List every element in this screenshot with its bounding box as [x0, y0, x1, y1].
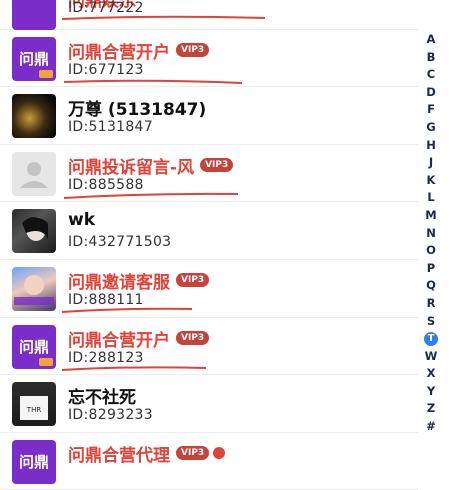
contact-id: ID:432771503	[68, 234, 172, 251]
contact-row[interactable]: THR 忘不社死 ID:8293233	[0, 375, 418, 433]
index-letter-hash[interactable]: #	[424, 418, 438, 436]
hot-badge-icon	[213, 447, 226, 460]
contact-row[interactable]: 万尊 (5131847) ID:5131847	[0, 87, 418, 145]
index-letter-b[interactable]: B	[424, 49, 438, 67]
index-letter-w[interactable]: W	[424, 348, 438, 366]
contact-row[interactable]: 问鼎投诉留言-风 VIP3 ID:885588	[0, 145, 418, 203]
contact-row[interactable]: 问鼎 问鼎合营代理 VIP3	[0, 433, 418, 490]
photo-avatar	[12, 209, 56, 254]
contact-name: wk	[68, 210, 96, 231]
index-letter-s[interactable]: S	[424, 313, 438, 331]
index-letter-a[interactable]: A	[424, 31, 438, 49]
vip-badge: VIP3	[176, 331, 210, 346]
index-letter-j[interactable]: J	[424, 154, 438, 172]
contact-name: 问鼎投诉留言-风 VIP3	[68, 153, 234, 178]
contact-name: 问鼎合营开户 VIP3	[68, 326, 210, 351]
girl-photo-avatar	[12, 266, 56, 311]
index-letter-x[interactable]: X	[424, 365, 438, 383]
contact-name: 万尊 (5131847)	[68, 100, 207, 121]
vip-badge: VIP3	[176, 446, 210, 461]
contact-id: ID:5131847	[68, 119, 153, 136]
index-letter-d[interactable]: D	[424, 84, 438, 102]
index-letter-g[interactable]: G	[424, 119, 438, 137]
alphabet-index[interactable]: A B C D F G H J K L M N O P Q R S T W X Y Z #	[424, 31, 438, 436]
contact-row[interactable]: 问鼎 问鼎合营开户 VIP3 ID:677123	[0, 30, 418, 88]
index-letter-h[interactable]: H	[424, 137, 438, 155]
index-letter-y[interactable]: Y	[424, 383, 438, 401]
contact-id: ID:677123	[68, 61, 144, 78]
vip-badge: VIP3	[176, 273, 210, 288]
wending-brand-icon: 问鼎	[12, 324, 56, 369]
contact-row[interactable]: 问鼎 问鼎合营开户 VIP3 ID:288123	[0, 318, 418, 376]
index-letter-c[interactable]: C	[424, 66, 438, 84]
wending-brand-icon: 问鼎	[12, 439, 56, 484]
index-letter-r[interactable]: R	[424, 295, 438, 313]
index-letter-z[interactable]: Z	[424, 400, 438, 418]
contact-row[interactable]: 问鼎邀请客服 VIP3 ID:888111	[0, 260, 418, 318]
contact-name: 问鼎合营开户 VIP3	[68, 38, 210, 63]
contact-id: ID:8293233	[68, 407, 153, 424]
index-letter-p[interactable]: P	[424, 260, 438, 278]
vip-badge: VIP3	[200, 158, 234, 173]
contact-row[interactable]: wk ID:432771503	[0, 202, 418, 260]
shirt-photo-avatar: THR	[12, 382, 56, 427]
wending-brand-icon	[12, 0, 56, 30]
contact-list: 问鼎娱乐 ID:777222 问鼎 问鼎合营开户 VIP3 ID:677123 万…	[0, 0, 418, 490]
index-letter-k[interactable]: K	[424, 172, 438, 190]
index-letter-o[interactable]: O	[424, 242, 438, 260]
contact-name: 问鼎邀请客服 VIP3	[68, 268, 210, 293]
dark-photo-avatar	[12, 94, 56, 139]
wending-brand-icon: 问鼎	[12, 36, 56, 81]
index-letter-q[interactable]: Q	[424, 277, 438, 295]
default-user-icon	[12, 151, 56, 196]
contact-name: 问鼎合营代理 VIP3	[68, 441, 226, 466]
index-letter-n[interactable]: N	[424, 225, 438, 243]
contact-name: 忘不社死	[68, 388, 136, 409]
index-letter-m[interactable]: M	[424, 207, 438, 225]
index-letter-l[interactable]: L	[424, 189, 438, 207]
contact-row[interactable]: 问鼎娱乐 ID:777222	[0, 0, 418, 30]
vip-badge: VIP3	[176, 43, 210, 58]
index-letter-t[interactable]: T	[424, 332, 438, 347]
index-letter-f[interactable]: F	[424, 101, 438, 119]
svg-text:THR: THR	[26, 406, 42, 414]
